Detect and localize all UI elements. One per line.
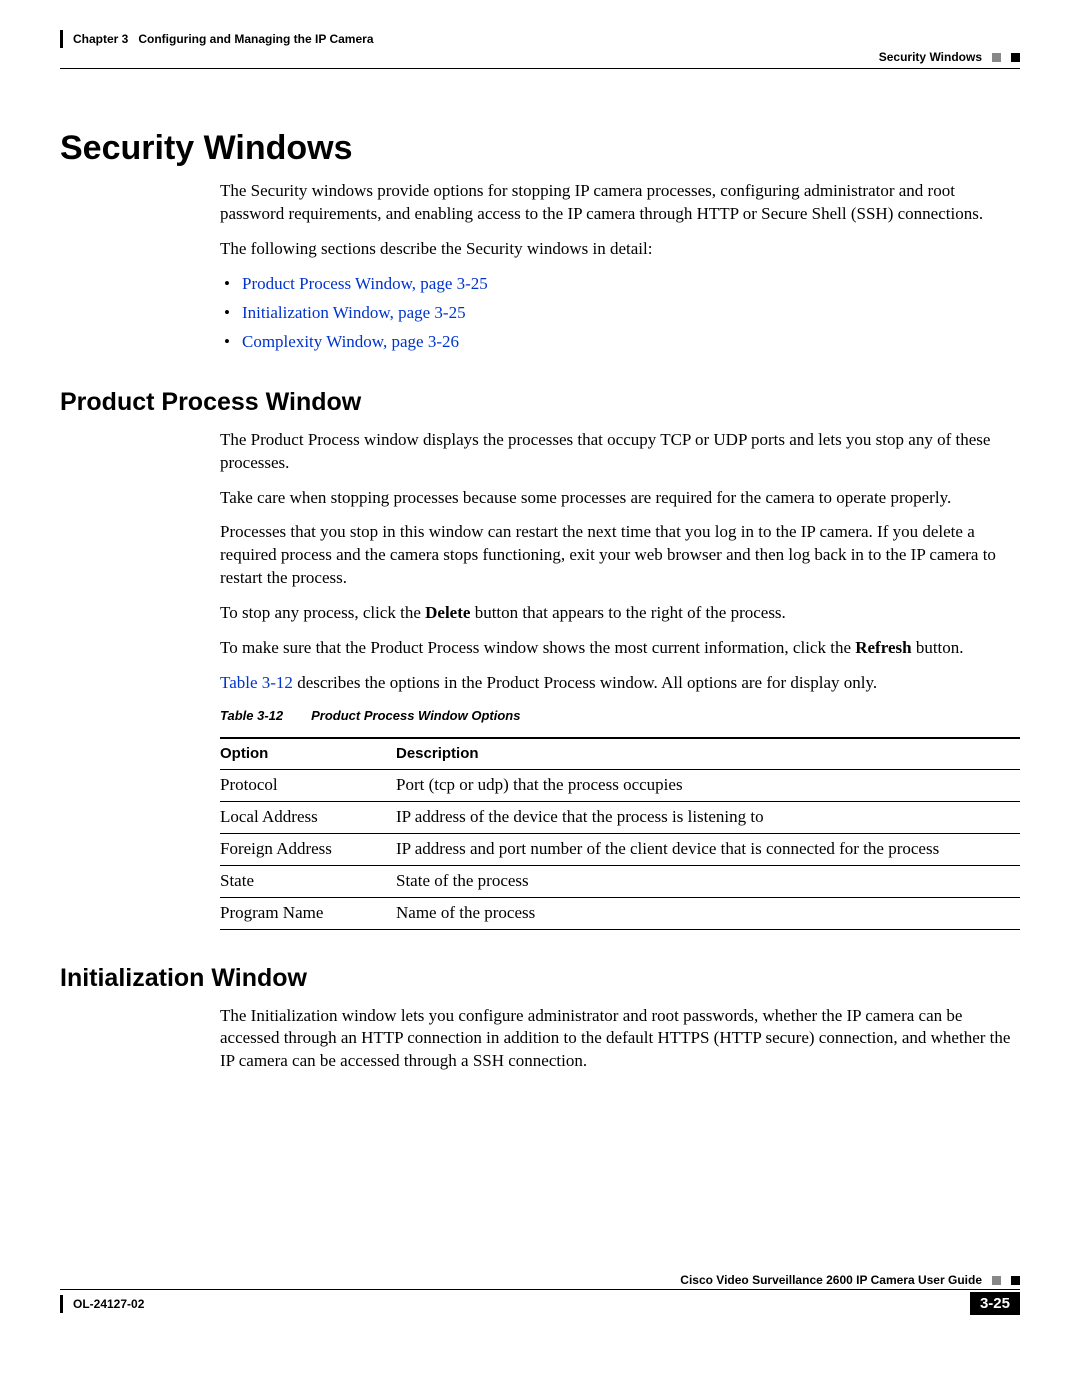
table-caption: Table 3-12Product Process Window Options [220, 707, 1020, 725]
toc-link[interactable]: Product Process Window, page 3-25 [220, 273, 1020, 296]
table-row: Program Name Name of the process [220, 897, 1020, 929]
footer-bar-icon [60, 1295, 63, 1313]
body-paragraph: Take care when stopping processes becaus… [220, 487, 1020, 510]
header-section: Security Windows [879, 50, 982, 64]
header-chapter-title: Configuring and Managing the IP Camera [138, 32, 373, 46]
section-heading: Product Process Window [60, 388, 1020, 417]
table-row: Local Address IP address of the device t… [220, 801, 1020, 833]
toc-link[interactable]: Initialization Window, page 3-25 [220, 302, 1020, 325]
body-paragraph: To stop any process, click the Delete bu… [220, 602, 1020, 625]
table-row: Foreign Address IP address and port numb… [220, 833, 1020, 865]
body-paragraph: Table 3-12 describes the options in the … [220, 672, 1020, 695]
body-paragraph: The Product Process window displays the … [220, 429, 1020, 475]
table-row: State State of the process [220, 865, 1020, 897]
options-table: Option Description Protocol Port (tcp or… [220, 737, 1020, 930]
page-title: Security Windows [60, 129, 1020, 168]
table-header-description: Description [396, 738, 1020, 770]
footer-guide-title: Cisco Video Surveillance 2600 IP Camera … [680, 1273, 982, 1287]
header-square-icon [992, 53, 1001, 62]
section-heading: Initialization Window [60, 964, 1020, 993]
header-square-icon [1011, 53, 1020, 62]
page-number: 3-25 [970, 1292, 1020, 1315]
intro-paragraph: The following sections describe the Secu… [220, 238, 1020, 261]
body-paragraph: The Initialization window lets you confi… [220, 1005, 1020, 1074]
table-reference-link[interactable]: Table 3-12 [220, 673, 293, 692]
intro-paragraph: The Security windows provide options for… [220, 180, 1020, 226]
footer-square-icon [1011, 1276, 1020, 1285]
toc-link[interactable]: Complexity Window, page 3-26 [220, 331, 1020, 354]
header-chapter: Chapter 3 [73, 32, 128, 46]
body-paragraph: To make sure that the Product Process wi… [220, 637, 1020, 660]
table-row: Protocol Port (tcp or udp) that the proc… [220, 769, 1020, 801]
footer-square-icon [992, 1276, 1001, 1285]
body-paragraph: Processes that you stop in this window c… [220, 521, 1020, 590]
table-header-option: Option [220, 738, 396, 770]
header-bar-icon [60, 30, 63, 48]
footer-doc-id: OL-24127-02 [73, 1297, 144, 1311]
